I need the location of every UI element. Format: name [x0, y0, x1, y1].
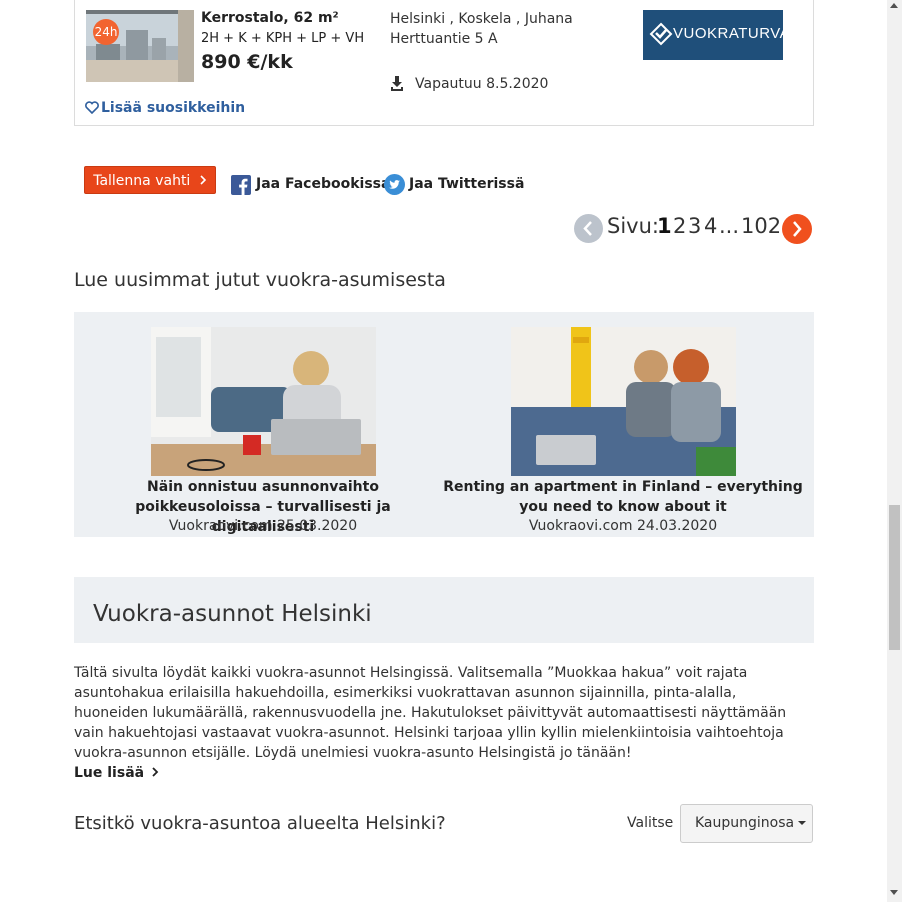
facebook-icon[interactable] [231, 175, 251, 195]
article-image[interactable] [151, 327, 376, 476]
listing-price: 890 €/kk [201, 51, 293, 73]
heart-icon [85, 101, 99, 115]
section-header: Vuokra-asunnot Helsinki [74, 577, 814, 643]
article-meta: Vuokraovi.com 25.03.2020 [168, 518, 358, 534]
district-dropdown[interactable]: Kaupunginosa [680, 804, 813, 843]
previous-page-button[interactable] [574, 214, 603, 243]
page-link[interactable]: 2 [673, 214, 686, 238]
chevron-right-icon [200, 175, 206, 185]
chevron-left-icon [583, 221, 592, 236]
scrollbar[interactable] [887, 0, 902, 902]
page-link[interactable]: 3 [688, 214, 701, 238]
article-title[interactable]: Renting an apartment in Finland – everyt… [443, 477, 803, 517]
listing-card[interactable]: 24h Kerrostalo, 62 m² 2H + K + KPH + LP … [74, 0, 814, 126]
next-page-button[interactable] [782, 214, 812, 244]
articles-heading: Lue uusimmat jutut vuokra-asumisesta [74, 269, 446, 291]
listing-available: Vapautuu 8.5.2020 [415, 76, 549, 92]
move-in-icon [390, 76, 404, 92]
share-twitter-link[interactable]: Jaa Twitterissä [409, 176, 524, 192]
area-question: Etsitkö vuokra-asuntoa alueelta Helsinki… [74, 813, 446, 834]
listing-address-line2: Herttuantie 5 A [390, 31, 498, 47]
page-link-last[interactable]: 102 [741, 214, 781, 238]
new-badge: 24h [93, 19, 119, 45]
page-ellipsis: ... [719, 214, 740, 238]
article-image[interactable] [511, 327, 736, 476]
district-dropdown-value: Kaupunginosa [695, 815, 795, 831]
share-facebook-link[interactable]: Jaa Facebookissa [256, 176, 390, 192]
read-more-link[interactable]: Lue lisää [74, 765, 159, 781]
listing-rooms: 2H + K + KPH + LP + VH [201, 31, 365, 46]
pagination-label: Sivu: [607, 214, 659, 238]
scroll-down-arrow-icon[interactable] [890, 890, 898, 895]
save-watch-label: Tallenna vahti [93, 173, 191, 189]
scrollbar-thumb[interactable] [889, 505, 900, 650]
add-favorite-link[interactable]: Lisää suosikkeihin [85, 100, 245, 116]
twitter-icon[interactable] [384, 174, 405, 195]
save-watch-button[interactable]: Tallenna vahti [84, 166, 216, 194]
chevron-right-icon [152, 767, 159, 777]
select-label: Valitse [627, 815, 674, 831]
listing-photo[interactable]: 24h [86, 10, 194, 82]
listing-type: Kerrostalo, 62 m² [201, 10, 339, 26]
page-link[interactable]: 4 [704, 214, 717, 238]
page-current: 1 [657, 214, 672, 238]
add-favorite-label: Lisää suosikkeihin [101, 100, 246, 116]
agency-logo-text: VUOKRATURVA [673, 25, 791, 42]
read-more-label: Lue lisää [74, 765, 145, 781]
caret-down-icon [798, 821, 807, 825]
section-description: Tältä sivulta löydät kaikki vuokra-asunn… [74, 665, 787, 761]
articles-panel: Näin onnistuu asunnonvaihto poikkeusoloi… [74, 312, 814, 537]
article-meta: Vuokraovi.com 24.03.2020 [528, 518, 718, 534]
scroll-up-arrow-icon[interactable] [890, 3, 898, 8]
agency-logo[interactable]: VUOKRATURVA [643, 10, 790, 60]
listing-address-line1: Helsinki , Koskela , Juhana [390, 11, 573, 27]
section-title: Vuokra-asunnot Helsinki [93, 601, 372, 627]
chevron-right-icon [793, 221, 802, 237]
